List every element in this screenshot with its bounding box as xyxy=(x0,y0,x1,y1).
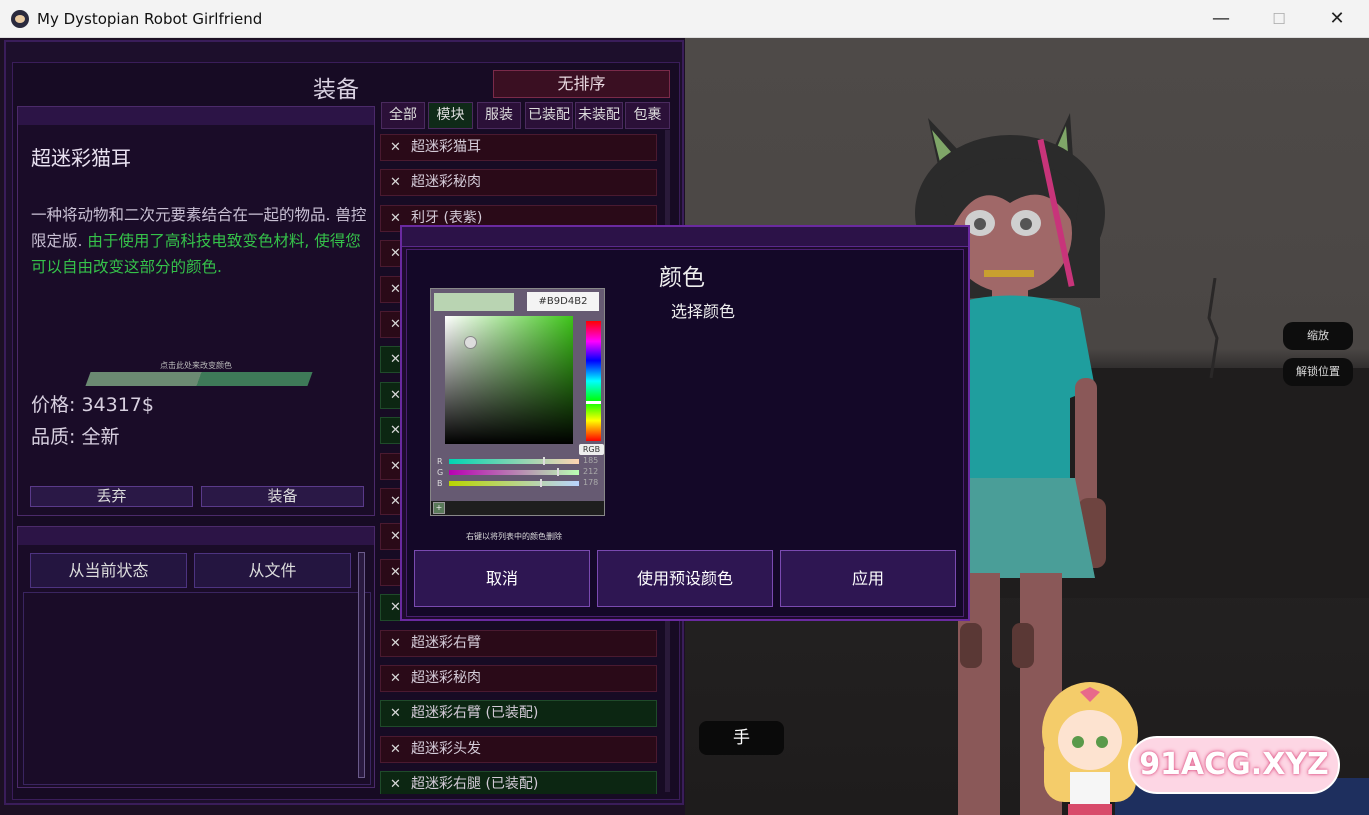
channel-b-label: B xyxy=(437,479,443,488)
tab-all[interactable]: 全部 xyxy=(381,102,425,129)
item-row[interactable]: ✕ 超迷彩秘肉 xyxy=(380,169,657,197)
item-row[interactable]: ✕ 超迷彩右腿 (已装配) xyxy=(380,771,657,794)
channel-b-value[interactable]: 178 xyxy=(583,478,598,487)
window-titlebar: My Dystopian Robot Girlfriend — ☐ ✕ xyxy=(0,0,1369,38)
item-description: 一种将动物和二次元要素结合在一起的物品. 兽控限定版. 由于使用了高科技电致变色… xyxy=(31,202,371,280)
wall-crack xyxy=(1207,278,1219,378)
maximize-button[interactable]: ☐ xyxy=(1248,0,1310,38)
saved-colors-strip xyxy=(431,501,604,515)
apply-button[interactable]: 应用 xyxy=(780,550,956,607)
color-dialog-title: 颜色 xyxy=(659,265,705,291)
watermark-mascot xyxy=(1042,682,1138,815)
item-price: 价格: 34317$ xyxy=(31,394,154,416)
hand-button[interactable]: 手 xyxy=(699,721,784,755)
item-name: 超迷彩猫耳 xyxy=(31,146,131,170)
tab-package[interactable]: 包裹 xyxy=(625,102,670,129)
channel-r-value[interactable]: 185 xyxy=(583,456,598,465)
wrench-icon: ✕ xyxy=(390,777,401,793)
tab-unequipped[interactable]: 未装配 xyxy=(575,102,623,129)
wrench-icon: ✕ xyxy=(390,210,401,226)
equip-button[interactable]: 装备 xyxy=(201,486,364,507)
watermark-text: 91ACG.XYZ xyxy=(1128,736,1340,794)
channel-g-label: G xyxy=(437,468,444,477)
preset-scrollbar[interactable] xyxy=(358,552,365,778)
channel-g-value[interactable]: 212 xyxy=(583,467,598,476)
item-row[interactable]: ✕ 超迷彩右臂 xyxy=(380,629,657,657)
unlock-position-button[interactable]: 解锁位置 xyxy=(1283,358,1353,386)
wrench-icon: ✕ xyxy=(390,175,401,191)
color-mode-label[interactable]: RGB xyxy=(579,444,604,455)
discard-button[interactable]: 丢弃 xyxy=(30,486,193,507)
close-button[interactable]: ✕ xyxy=(1306,0,1368,38)
from-file-button[interactable]: 从文件 xyxy=(194,553,351,588)
preset-list xyxy=(23,592,371,785)
item-row-label: 超迷彩秘肉 xyxy=(411,174,481,191)
add-color-icon[interactable]: + xyxy=(433,502,445,514)
item-row-label: 超迷彩右臂 (已装配) xyxy=(411,705,539,722)
wrench-icon: ✕ xyxy=(390,741,401,757)
hue-slider[interactable] xyxy=(586,321,601,441)
item-row-label: 超迷彩头发 xyxy=(411,740,481,757)
wrench-icon: ✕ xyxy=(390,140,401,155)
wrench-icon: ✕ xyxy=(390,706,401,722)
wrench-icon: ✕ xyxy=(390,671,401,686)
item-color-bar[interactable] xyxy=(85,372,313,386)
color-dialog-subtitle: 选择颜色 xyxy=(671,302,736,321)
item-row[interactable]: ✕ 超迷彩猫耳 xyxy=(380,134,657,161)
from-current-state-button[interactable]: 从当前状态 xyxy=(30,553,187,588)
item-row-label: 利牙 (表紫) xyxy=(411,209,483,226)
channel-g-slider[interactable] xyxy=(449,470,579,475)
window-title: My Dystopian Robot Girlfriend xyxy=(37,10,263,28)
saturation-value-field[interactable] xyxy=(445,316,573,444)
item-row[interactable]: ✕ 超迷彩秘肉 xyxy=(380,665,657,692)
zoom-button[interactable]: 缩放 xyxy=(1283,322,1353,350)
item-quality: 品质: 全新 xyxy=(31,426,120,448)
color-picker: #B9D4B2 RGB R 185 G 212 B 178 + xyxy=(430,288,605,516)
saturation-value-knob[interactable] xyxy=(464,336,477,349)
tab-module[interactable]: 模块 xyxy=(428,102,473,129)
item-row-label: 超迷彩右臂 xyxy=(411,634,481,651)
color-swatch xyxy=(434,293,514,311)
minimize-button[interactable]: — xyxy=(1190,0,1252,38)
tab-clothing[interactable]: 服装 xyxy=(477,102,521,129)
app-icon xyxy=(11,10,29,28)
channel-r-slider[interactable] xyxy=(449,459,579,464)
game-viewport: 缩放 解锁位置 手 装备 无排序 超迷彩猫耳 一种将动物和二次元要素结合在一起的… xyxy=(0,38,1369,815)
item-row-label: 超迷彩秘肉 xyxy=(411,670,481,686)
channel-r-knob[interactable] xyxy=(543,457,545,465)
hue-knob[interactable] xyxy=(586,401,601,404)
sort-button[interactable]: 无排序 xyxy=(493,70,670,98)
item-row-label: 超迷彩右腿 (已装配) xyxy=(411,776,539,793)
item-row-label: 超迷彩猫耳 xyxy=(411,139,481,155)
channel-b-knob[interactable] xyxy=(540,479,542,487)
hex-input[interactable]: #B9D4B2 xyxy=(527,292,599,311)
channel-g-knob[interactable] xyxy=(557,468,559,476)
channel-r-label: R xyxy=(437,457,443,466)
item-row[interactable]: ✕ 超迷彩右臂 (已装配) xyxy=(380,700,657,728)
color-change-hint: 点击此处来改变颜色 xyxy=(160,361,232,370)
wrench-icon: ✕ xyxy=(390,635,401,651)
cancel-button[interactable]: 取消 xyxy=(414,550,590,607)
use-preset-color-button[interactable]: 使用预设颜色 xyxy=(597,550,773,607)
tab-equipped[interactable]: 已装配 xyxy=(525,102,573,129)
color-delete-hint: 右键以将列表中的颜色删除 xyxy=(466,532,562,541)
equipment-title: 装备 xyxy=(313,77,359,103)
item-row[interactable]: ✕ 超迷彩头发 xyxy=(380,735,657,763)
channel-b-slider[interactable] xyxy=(449,481,579,486)
